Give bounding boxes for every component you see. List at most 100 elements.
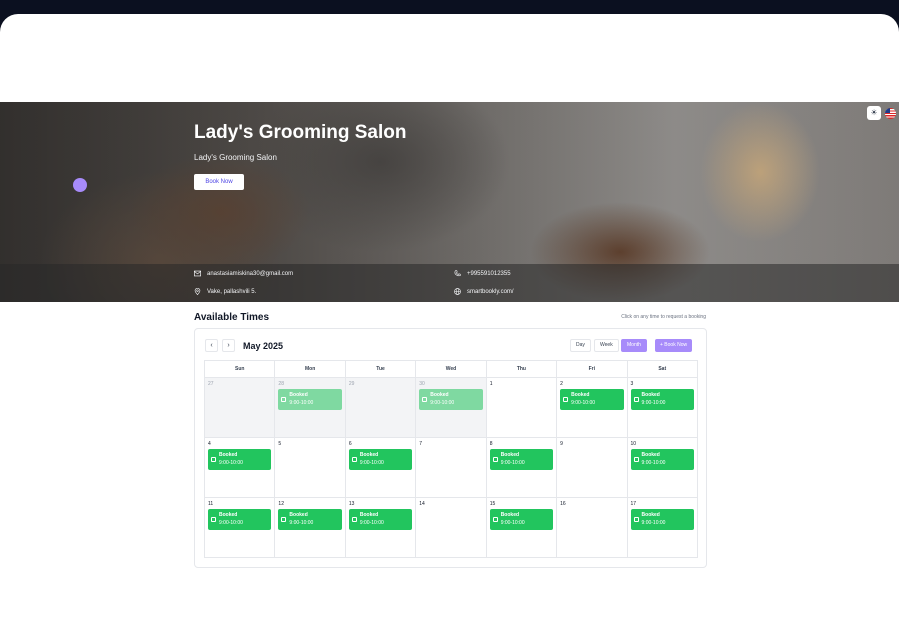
week-row: 4 Booked 9:00-10:00 5 6 Booked 9:00-10:00 7 8 Boo… xyxy=(204,438,698,498)
booking-time: 9:00-10:00 xyxy=(500,460,525,466)
day-number: 30 xyxy=(419,381,425,387)
calendar-icon xyxy=(492,517,498,522)
contact-email[interactable]: anastasiamiskina30@gmail.com xyxy=(194,270,293,277)
booking-event[interactable]: Booked 9:00-10:00 xyxy=(348,449,413,470)
booking-event[interactable]: Booked 9:00-10:00 xyxy=(489,449,554,470)
booking-label: Booked xyxy=(571,392,590,398)
booking-time: 9:00-10:00 xyxy=(641,520,666,526)
us-flag-icon[interactable] xyxy=(885,108,896,119)
day-cell[interactable]: 2 Booked 9:00-10:00 xyxy=(557,378,628,437)
booking-label: Booked xyxy=(219,452,238,458)
booking-event[interactable]: Booked 9:00-10:00 xyxy=(208,449,272,470)
booking-hint: Click on any time to request a booking xyxy=(621,314,706,320)
day-number: 12 xyxy=(278,501,284,507)
day-cell[interactable]: 7 xyxy=(416,438,487,497)
email-text: anastasiamiskina30@gmail.com xyxy=(207,270,294,277)
day-cell[interactable]: 5 xyxy=(275,438,346,497)
booking-event[interactable]: Booked 9:00-10:00 xyxy=(630,389,694,410)
day-cell[interactable]: 17 Booked 9:00-10:00 xyxy=(627,498,698,557)
booking-label: Booked xyxy=(219,512,238,518)
available-times-title: Available Times xyxy=(194,312,270,323)
day-cell[interactable]: 6 Booked 9:00-10:00 xyxy=(345,438,417,497)
day-number: 11 xyxy=(208,501,214,507)
calendar-card: ‹ › May 2025 Day Week Month + Book Now S… xyxy=(194,328,707,568)
day-cell[interactable]: 12 Booked 9:00-10:00 xyxy=(275,498,346,557)
booking-time: 9:00-10:00 xyxy=(289,520,314,526)
day-number: 7 xyxy=(419,441,423,447)
booking-event[interactable]: Booked 9:00-10:00 xyxy=(419,389,483,410)
booking-label: Booked xyxy=(359,512,379,518)
day-cell[interactable]: 9 xyxy=(557,438,628,497)
booking-event[interactable]: Booked 9:00-10:00 xyxy=(630,449,694,470)
day-number: 15 xyxy=(489,501,496,507)
day-number: 5 xyxy=(278,441,282,447)
booking-label: Booked xyxy=(359,452,379,458)
week-rows: 27 28 Booked 9:00-10:00 29 30 Booked 9:00-10:00… xyxy=(204,378,698,558)
view-week-button[interactable]: Week xyxy=(594,339,619,352)
weekday-header: Mon xyxy=(275,361,346,377)
day-number: 3 xyxy=(630,381,634,387)
day-number: 6 xyxy=(348,441,352,447)
day-number: 29 xyxy=(348,381,355,387)
day-number: 14 xyxy=(419,501,425,507)
calendar-icon xyxy=(563,397,569,402)
calendar-icon xyxy=(633,517,639,522)
booking-event[interactable]: Booked 9:00-10:00 xyxy=(489,509,554,530)
day-cell[interactable]: 27 xyxy=(204,378,276,437)
hero-banner: Lady's Grooming Salon Lady's Grooming Sa… xyxy=(0,102,899,302)
day-cell[interactable]: 13 Booked 9:00-10:00 xyxy=(345,498,417,557)
calendar-icon xyxy=(633,457,639,462)
sun-icon[interactable]: ☀ xyxy=(867,106,881,120)
booking-label: Booked xyxy=(289,512,308,518)
weekday-header: Tue xyxy=(346,361,417,377)
app-window: Lady's Grooming Salon Lady's Grooming Sa… xyxy=(0,14,899,642)
weekday-header: Sat xyxy=(628,361,698,377)
calendar-book-button[interactable]: + Book Now xyxy=(655,339,693,352)
day-cell[interactable]: 15 Booked 9:00-10:00 xyxy=(486,498,558,557)
view-month-button[interactable]: Month xyxy=(621,339,647,352)
day-cell[interactable]: 30 Booked 9:00-10:00 xyxy=(416,378,487,437)
booking-event[interactable]: Booked 9:00-10:00 xyxy=(560,389,624,410)
contact-address[interactable]: Vake, pallashvili 5. xyxy=(194,288,256,295)
day-cell[interactable]: 11 Booked 9:00-10:00 xyxy=(204,498,276,557)
day-cell[interactable]: 10 Booked 9:00-10:00 xyxy=(627,438,698,497)
booking-time: 9:00-10:00 xyxy=(500,520,525,526)
day-number: 13 xyxy=(348,501,355,507)
view-day-button[interactable]: Day xyxy=(570,339,591,352)
contact-website[interactable]: smartbookly.com/ xyxy=(454,288,514,295)
day-cell[interactable]: 14 xyxy=(416,498,487,557)
day-number: 4 xyxy=(208,441,211,447)
hero-book-button[interactable]: Book Now xyxy=(194,174,244,190)
booking-time: 9:00-10:00 xyxy=(430,400,455,406)
calendar-icon xyxy=(281,397,287,402)
website-text: smartbookly.com/ xyxy=(467,288,514,295)
prev-month-button[interactable]: ‹ xyxy=(205,339,218,352)
day-cell[interactable]: 4 Booked 9:00-10:00 xyxy=(204,438,276,497)
day-cell[interactable]: 8 Booked 9:00-10:00 xyxy=(486,438,558,497)
salon-subtitle: Lady's Grooming Salon xyxy=(194,153,277,162)
weekday-header: Sun xyxy=(204,361,276,377)
day-cell[interactable]: 16 xyxy=(557,498,628,557)
booking-label: Booked xyxy=(500,512,520,518)
booking-label: Booked xyxy=(500,452,520,458)
day-number: 2 xyxy=(560,381,563,387)
calendar-icon xyxy=(281,517,287,522)
booking-event[interactable]: Booked 9:00-10:00 xyxy=(630,509,694,530)
next-month-button[interactable]: › xyxy=(222,339,235,352)
booking-event[interactable]: Booked 9:00-10:00 xyxy=(348,509,413,530)
booking-event[interactable]: Booked 9:00-10:00 xyxy=(278,389,342,410)
contact-phone[interactable]: +995591012355 xyxy=(454,270,511,277)
booking-event[interactable]: Booked 9:00-10:00 xyxy=(278,509,342,530)
salon-title: Lady's Grooming Salon xyxy=(194,122,407,143)
day-cell[interactable]: 1 xyxy=(486,378,558,437)
booking-label: Booked xyxy=(430,392,449,398)
day-cell[interactable]: 3 Booked 9:00-10:00 xyxy=(627,378,698,437)
day-number: 16 xyxy=(560,501,566,507)
booking-label: Booked xyxy=(641,452,660,458)
day-cell[interactable]: 28 Booked 9:00-10:00 xyxy=(275,378,346,437)
booking-event[interactable]: Booked 9:00-10:00 xyxy=(208,509,272,530)
day-cell[interactable]: 29 xyxy=(345,378,417,437)
calendar-icon xyxy=(351,457,357,462)
mail-icon xyxy=(194,270,201,277)
booking-time: 9:00-10:00 xyxy=(289,400,314,406)
